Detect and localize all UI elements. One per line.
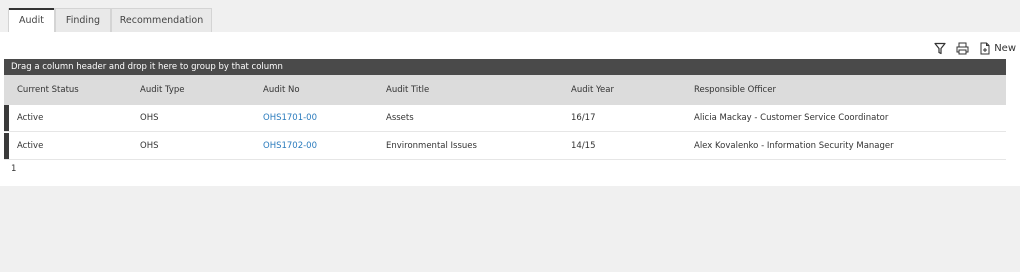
column-header-audit-no[interactable]: Audit No <box>263 75 300 105</box>
cell-audit-year: 16/17 <box>571 113 596 123</box>
new-document-icon <box>980 42 990 54</box>
cell-audit-type: OHS <box>140 113 159 123</box>
cell-audit-title: Environmental Issues <box>386 141 477 151</box>
row-marker <box>4 105 9 131</box>
tab-recommendation[interactable]: Recommendation <box>111 8 212 32</box>
new-button-label: New <box>994 42 1016 54</box>
column-header-audit-title[interactable]: Audit Title <box>386 75 429 105</box>
cell-audit-year: 14/15 <box>571 141 596 151</box>
audit-no-link[interactable]: OHS1702-00 <box>263 133 317 160</box>
grid-header: Current Status Audit Type Audit No Audit… <box>4 75 1006 105</box>
cell-status: Active <box>17 113 44 123</box>
cell-status: Active <box>17 141 44 151</box>
table-row[interactable]: Active OHS OHS1702-00 Environmental Issu… <box>4 133 1006 160</box>
row-marker <box>4 133 9 159</box>
grid-toolbar: New <box>934 40 1016 56</box>
group-by-drop-zone[interactable]: Drag a column header and drop it here to… <box>4 59 1006 75</box>
tab-bar: Audit Finding Recommendation <box>0 0 1020 32</box>
column-header-current-status[interactable]: Current Status <box>17 75 79 105</box>
tab-audit[interactable]: Audit <box>8 8 55 32</box>
pager-page-1[interactable]: 1 <box>11 164 16 174</box>
cell-audit-type: OHS <box>140 141 159 151</box>
table-row[interactable]: Active OHS OHS1701-00 Assets 16/17 Alici… <box>4 105 1006 132</box>
cell-responsible-officer: Alex Kovalenko - Information Security Ma… <box>694 141 894 151</box>
print-button[interactable] <box>956 42 969 55</box>
filter-icon <box>934 42 946 54</box>
column-header-audit-type[interactable]: Audit Type <box>140 75 185 105</box>
tab-finding[interactable]: Finding <box>55 8 111 32</box>
new-button[interactable]: New <box>979 42 1016 55</box>
column-header-responsible-officer[interactable]: Responsible Officer <box>694 75 776 105</box>
cell-responsible-officer: Alicia Mackay - Customer Service Coordin… <box>694 113 889 123</box>
print-icon <box>956 42 969 54</box>
filter-button[interactable] <box>934 42 946 55</box>
column-header-audit-year[interactable]: Audit Year <box>571 75 614 105</box>
audit-no-link[interactable]: OHS1701-00 <box>263 105 317 132</box>
cell-audit-title: Assets <box>386 113 414 123</box>
audit-panel: New Drag a column header and drop it her… <box>0 32 1020 186</box>
